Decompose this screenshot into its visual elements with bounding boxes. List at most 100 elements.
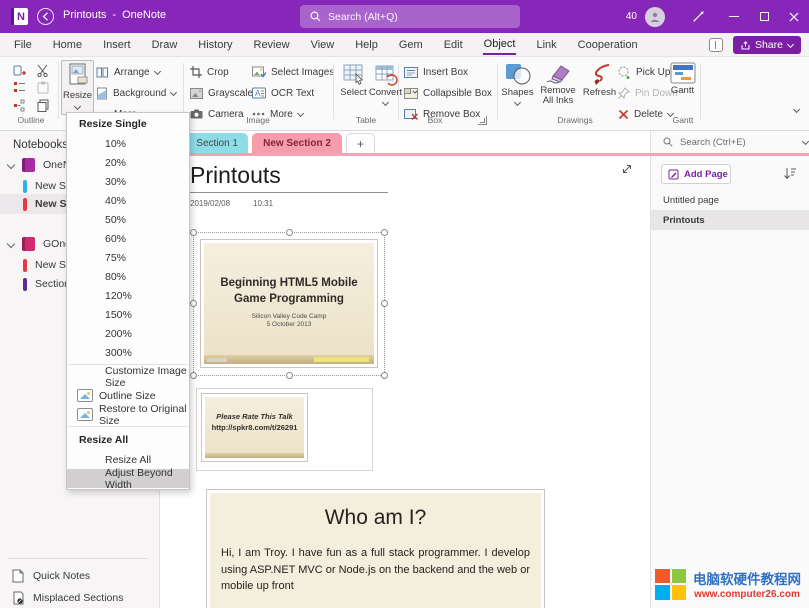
onenote-window: N Printouts - OneNote 40 [0, 0, 809, 608]
arrange-button[interactable]: Arrange [96, 63, 160, 81]
chevron-expand-icon[interactable] [7, 161, 15, 169]
menu-link[interactable]: Link [535, 36, 557, 54]
resize-handle[interactable] [190, 372, 197, 379]
printout-slide-3[interactable]: Who am I? Hi, I am Troy. I have fun as a… [206, 489, 545, 608]
resize-option-120[interactable]: 120% [67, 286, 189, 305]
resize-option-80[interactable]: 80% [67, 267, 189, 286]
add-outline-icon[interactable] [13, 64, 26, 77]
resize-option-40[interactable]: 40% [67, 191, 189, 210]
customize-image-size-item[interactable]: Customize Image Size [67, 367, 189, 386]
refresh-button[interactable]: Refresh [583, 60, 616, 115]
resize-handle[interactable] [286, 372, 293, 379]
search-input[interactable] [328, 11, 498, 23]
printout-slide-1[interactable]: Beginning HTML5 Mobile Game Programming … [200, 239, 378, 368]
notebooks-header[interactable]: Notebooks [13, 139, 68, 151]
page-title[interactable]: Printouts [190, 162, 388, 193]
quick-notes-item[interactable]: Quick Notes [0, 565, 160, 586]
collapse-ribbon-icon[interactable] [793, 106, 800, 113]
menu-gem[interactable]: Gem [398, 36, 424, 54]
resize-button[interactable]: Resize [61, 60, 94, 115]
resize-option-20[interactable]: 20% [67, 153, 189, 172]
share-button[interactable]: Share [733, 36, 801, 54]
restore-original-size-item[interactable]: Restore to Original Size [67, 405, 189, 424]
resize-option-60[interactable]: 60% [67, 229, 189, 248]
page-list-item-untitled[interactable]: Untitled page [651, 190, 809, 210]
box-dialog-launcher-icon[interactable] [478, 116, 487, 125]
page-canvas[interactable]: Printouts 2019/02/08 10:31 Beginning [160, 156, 649, 608]
adjust-beyond-width-item[interactable]: Adjust Beyond Width [67, 469, 189, 488]
ocr-text-icon: A [252, 87, 266, 99]
back-button[interactable] [37, 8, 54, 25]
resize-handle[interactable] [286, 229, 293, 236]
add-section-tab[interactable]: + [346, 133, 375, 154]
resize-handle[interactable] [381, 300, 388, 307]
pick-up-button[interactable]: Pick Up [618, 63, 670, 81]
page-list-item-printouts[interactable]: Printouts [651, 210, 809, 230]
chevron-expand-icon[interactable] [7, 240, 15, 248]
grayscale-button[interactable]: Grayscale [190, 84, 253, 102]
add-page-button[interactable]: Add Page [661, 164, 731, 184]
menu-draw[interactable]: Draw [151, 36, 179, 54]
chevron-down-icon[interactable] [802, 137, 809, 144]
insert-box-button[interactable]: Insert Box [404, 63, 468, 81]
search-icon [310, 11, 321, 22]
global-search-box[interactable] [300, 5, 520, 28]
ocr-text-button[interactable]: A OCR Text [252, 84, 314, 102]
expand-page-icon[interactable] [620, 162, 634, 176]
resize-option-30[interactable]: 30% [67, 172, 189, 191]
maximize-button[interactable] [749, 0, 779, 33]
slide2-line2: http://spkr8.com/t/26291 [205, 423, 304, 432]
cut-icon[interactable] [36, 64, 49, 77]
menu-edit[interactable]: Edit [443, 36, 464, 54]
crop-button[interactable]: Crop [190, 63, 229, 81]
copy-page-icon[interactable] [37, 99, 49, 112]
background-button[interactable]: Background [96, 84, 176, 102]
gantt-button[interactable]: Gantt [666, 60, 699, 115]
resize-option-300[interactable]: 300% [67, 343, 189, 362]
move-outline-icon[interactable] [13, 99, 26, 112]
collapsible-box-icon [404, 88, 418, 99]
menu-history[interactable]: History [197, 36, 233, 54]
resize-handle[interactable] [190, 300, 197, 307]
select-images-button[interactable]: Select Images [252, 63, 334, 81]
resize-handle[interactable] [381, 229, 388, 236]
menu-insert[interactable]: Insert [102, 36, 132, 54]
account-avatar[interactable] [645, 7, 665, 27]
remove-all-inks-button[interactable]: Remove All Inks [536, 60, 580, 115]
resize-option-200[interactable]: 200% [67, 324, 189, 343]
resize-option-75[interactable]: 75% [67, 248, 189, 267]
page-search-box[interactable] [651, 131, 809, 153]
menu-help[interactable]: Help [354, 36, 379, 54]
notebook-icon [22, 237, 35, 251]
menu-cooperation[interactable]: Cooperation [577, 36, 639, 54]
window-title-app: OneNote [122, 9, 166, 21]
menu-object[interactable]: Object [483, 35, 517, 55]
resize-option-10[interactable]: 10% [67, 134, 189, 153]
resize-all-header: Resize All [67, 429, 189, 450]
side-panel-icon[interactable] [709, 38, 723, 52]
resize-handle[interactable] [381, 372, 388, 379]
menu-view[interactable]: View [310, 36, 336, 54]
work-area: Section 1 New Section 2 + Printouts 2019… [160, 131, 650, 608]
resize-option-50[interactable]: 50% [67, 210, 189, 229]
page-search-input[interactable] [680, 137, 780, 148]
minimize-button[interactable] [719, 0, 749, 33]
notification-badge: 40 [626, 11, 637, 22]
resize-option-150[interactable]: 150% [67, 305, 189, 324]
collapsible-box-button[interactable]: Collapsible Box [404, 84, 492, 102]
resize-handle[interactable] [190, 229, 197, 236]
menu-review[interactable]: Review [253, 36, 291, 54]
outline-list-icon[interactable] [13, 81, 26, 94]
printout-slide-2[interactable]: Please Rate This Talk http://spkr8.com/t… [201, 393, 308, 462]
table-select-button[interactable]: Select [337, 60, 370, 115]
sort-pages-icon[interactable] [783, 167, 797, 180]
menu-file[interactable]: File [13, 36, 33, 54]
paste-icon[interactable] [37, 81, 49, 94]
shapes-button[interactable]: Shapes [501, 60, 534, 115]
misplaced-sections-item[interactable]: Misplaced Sections [0, 587, 160, 608]
tab-new-section-2[interactable]: New Section 2 [252, 133, 342, 154]
image-group-label: Image [228, 115, 288, 125]
pen-mode-icon[interactable] [683, 0, 713, 33]
close-button[interactable] [779, 0, 809, 33]
menu-home[interactable]: Home [52, 36, 83, 54]
